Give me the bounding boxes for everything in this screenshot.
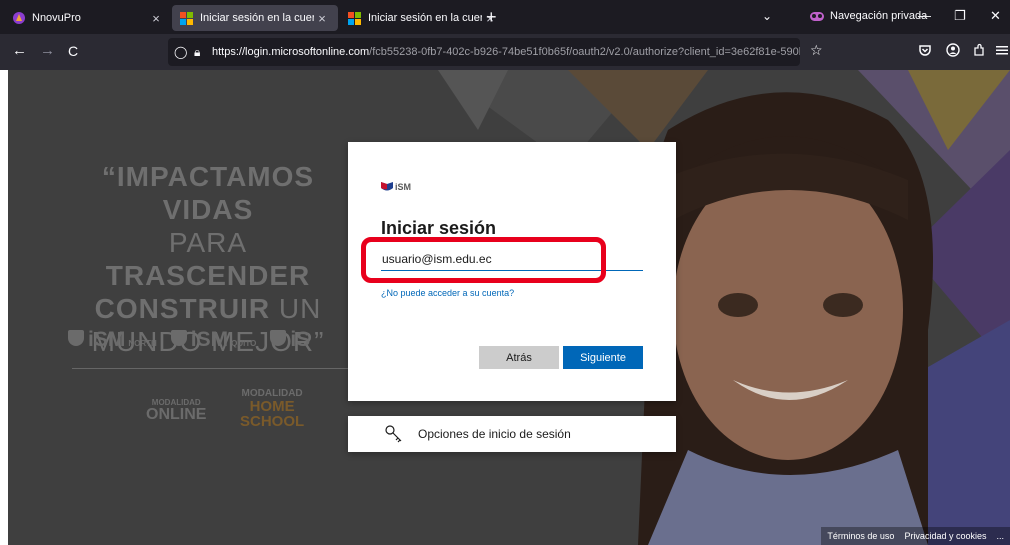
tab-title: Iniciar sesión en la cuenta — [368, 12, 482, 24]
browser-tab-bar: NnovuPro × Iniciar sesión en la cuenta ×… — [0, 0, 1010, 34]
menu-icon[interactable] — [996, 43, 1008, 57]
tab-close-icon[interactable]: × — [148, 11, 164, 26]
forward-arrow-icon[interactable]: → — [40, 42, 55, 60]
modality-bottom: SCHOOL — [240, 413, 305, 430]
nnovupro-favicon-icon — [13, 12, 25, 24]
ism-shield-icon — [170, 330, 187, 346]
lock-icon[interactable]: 🔒︎ — [194, 45, 212, 60]
privacy-link[interactable]: Privacidad y cookies — [904, 531, 986, 541]
campus-logos: iSM NORTH iSM QUITO iS — [68, 328, 313, 352]
private-label: Navegación privada — [830, 10, 928, 22]
slogan-word: UN — [270, 293, 322, 324]
modality-mid: HOME — [249, 398, 295, 415]
modality-bottom: ONLINE — [146, 406, 207, 423]
private-browsing-indicator: Navegación privada — [810, 10, 927, 22]
logo-sub: NORTH — [128, 339, 157, 348]
chevron-down-icon[interactable]: ⌄ — [762, 9, 772, 23]
microsoft-favicon-icon — [180, 11, 194, 25]
tab-signin-active[interactable]: Iniciar sesión en la cuenta × — [172, 5, 338, 31]
tracking-shield-icon[interactable]: ◯ — [174, 45, 194, 59]
url-path: /fcb55238-0fb7-402c-b926-74be51f0b65f/oa… — [369, 46, 800, 58]
bookmark-star-icon[interactable]: ☆ — [810, 42, 823, 59]
close-window-icon[interactable]: ✕ — [990, 8, 1001, 24]
modality-online-logo: MODALIDAD ONLINE — [146, 398, 206, 423]
terms-link[interactable]: Términos de uso — [827, 531, 894, 541]
slogan-line-3: CONSTRUIR UN — [68, 292, 348, 325]
pocket-icon[interactable] — [918, 43, 932, 57]
logo-name: iS — [290, 328, 311, 351]
reload-icon[interactable]: C — [68, 42, 78, 60]
page-title: Iniciar sesión — [381, 218, 497, 238]
logo-name: iSM — [88, 328, 126, 351]
org-logo-text: iSM — [395, 182, 412, 192]
url-text[interactable]: https://login.microsoftonline.com/fcb552… — [212, 46, 800, 58]
sign-in-options-label: Opciones de inicio de sesión — [418, 427, 571, 441]
organization-logo: iSM — [381, 182, 411, 192]
student-portrait-image — [638, 92, 933, 545]
minimize-icon[interactable]: — — [918, 8, 931, 23]
slogan-word: CONSTRUIR — [94, 293, 271, 324]
tab-title: Iniciar sesión en la cuenta — [200, 12, 314, 24]
next-button[interactable]: Siguiente — [563, 346, 643, 369]
more-options-link[interactable]: ... — [996, 531, 1004, 541]
slogan-line-1: “IMPACTAMOS VIDAS — [101, 161, 315, 225]
ism-third-logo: iS — [270, 328, 313, 352]
new-tab-icon[interactable]: + — [486, 8, 497, 26]
extensions-icon[interactable] — [972, 43, 986, 57]
login-card: iSM Iniciar sesión ¿No puede acceder a s… — [348, 142, 676, 401]
email-field[interactable] — [381, 247, 643, 271]
browser-nav-bar: ← → C ◯ 🔒︎ https://login.microsoftonline… — [0, 34, 1010, 70]
tab-title: NnovuPro — [32, 12, 81, 24]
slogan-word: PARA — [168, 227, 248, 258]
private-mask-icon — [810, 11, 824, 21]
ism-shield-icon — [381, 182, 393, 191]
key-icon — [385, 425, 402, 443]
tab-nnovupro[interactable]: NnovuPro × — [4, 5, 172, 31]
cant-access-link[interactable]: ¿No puede acceder a su cuenta? — [381, 288, 514, 298]
ism-shield-icon — [270, 330, 287, 346]
ism-quito-logo: iSM QUITO — [170, 328, 257, 352]
modality-home-school-logo: MODALIDAD HOME SCHOOL — [240, 388, 304, 429]
sign-in-options-button[interactable]: Opciones de inicio de sesión — [348, 416, 676, 452]
slogan-line-2: PARA TRASCENDER — [68, 226, 348, 292]
ism-shield-icon — [68, 330, 84, 346]
maximize-icon[interactable]: ❐ — [954, 8, 966, 24]
ism-north-logo: iSM NORTH — [68, 328, 157, 352]
account-icon[interactable] — [946, 43, 960, 57]
back-button[interactable]: Atrás — [479, 346, 559, 369]
tab-close-icon[interactable]: × — [314, 11, 330, 26]
logo-sub: QUITO — [231, 339, 257, 348]
back-arrow-icon[interactable]: ← — [12, 42, 27, 60]
page-footer: Términos de uso Privacidad y cookies ... — [821, 527, 1010, 545]
tab-signin[interactable]: Iniciar sesión en la cuenta × — [340, 5, 506, 31]
slogan-word: TRASCENDER — [105, 260, 311, 291]
address-bar[interactable]: ◯ 🔒︎ https://login.microsoftonline.com/f… — [168, 38, 800, 66]
microsoft-favicon-icon — [348, 11, 362, 25]
logo-name: iSM — [190, 328, 229, 351]
url-host: https://login.microsoftonline.com — [212, 46, 370, 58]
